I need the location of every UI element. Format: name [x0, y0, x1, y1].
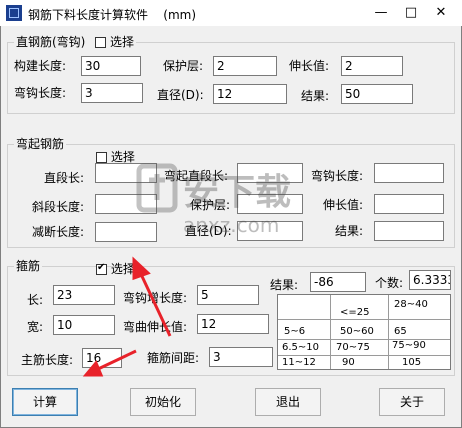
calculate-button[interactable]: 计算	[12, 388, 78, 416]
annotation-arrows	[82, 256, 172, 377]
exit-button[interactable]: 退出	[255, 388, 321, 416]
initialize-button[interactable]: 初始化	[130, 388, 196, 416]
about-button[interactable]: 关于	[379, 388, 445, 416]
